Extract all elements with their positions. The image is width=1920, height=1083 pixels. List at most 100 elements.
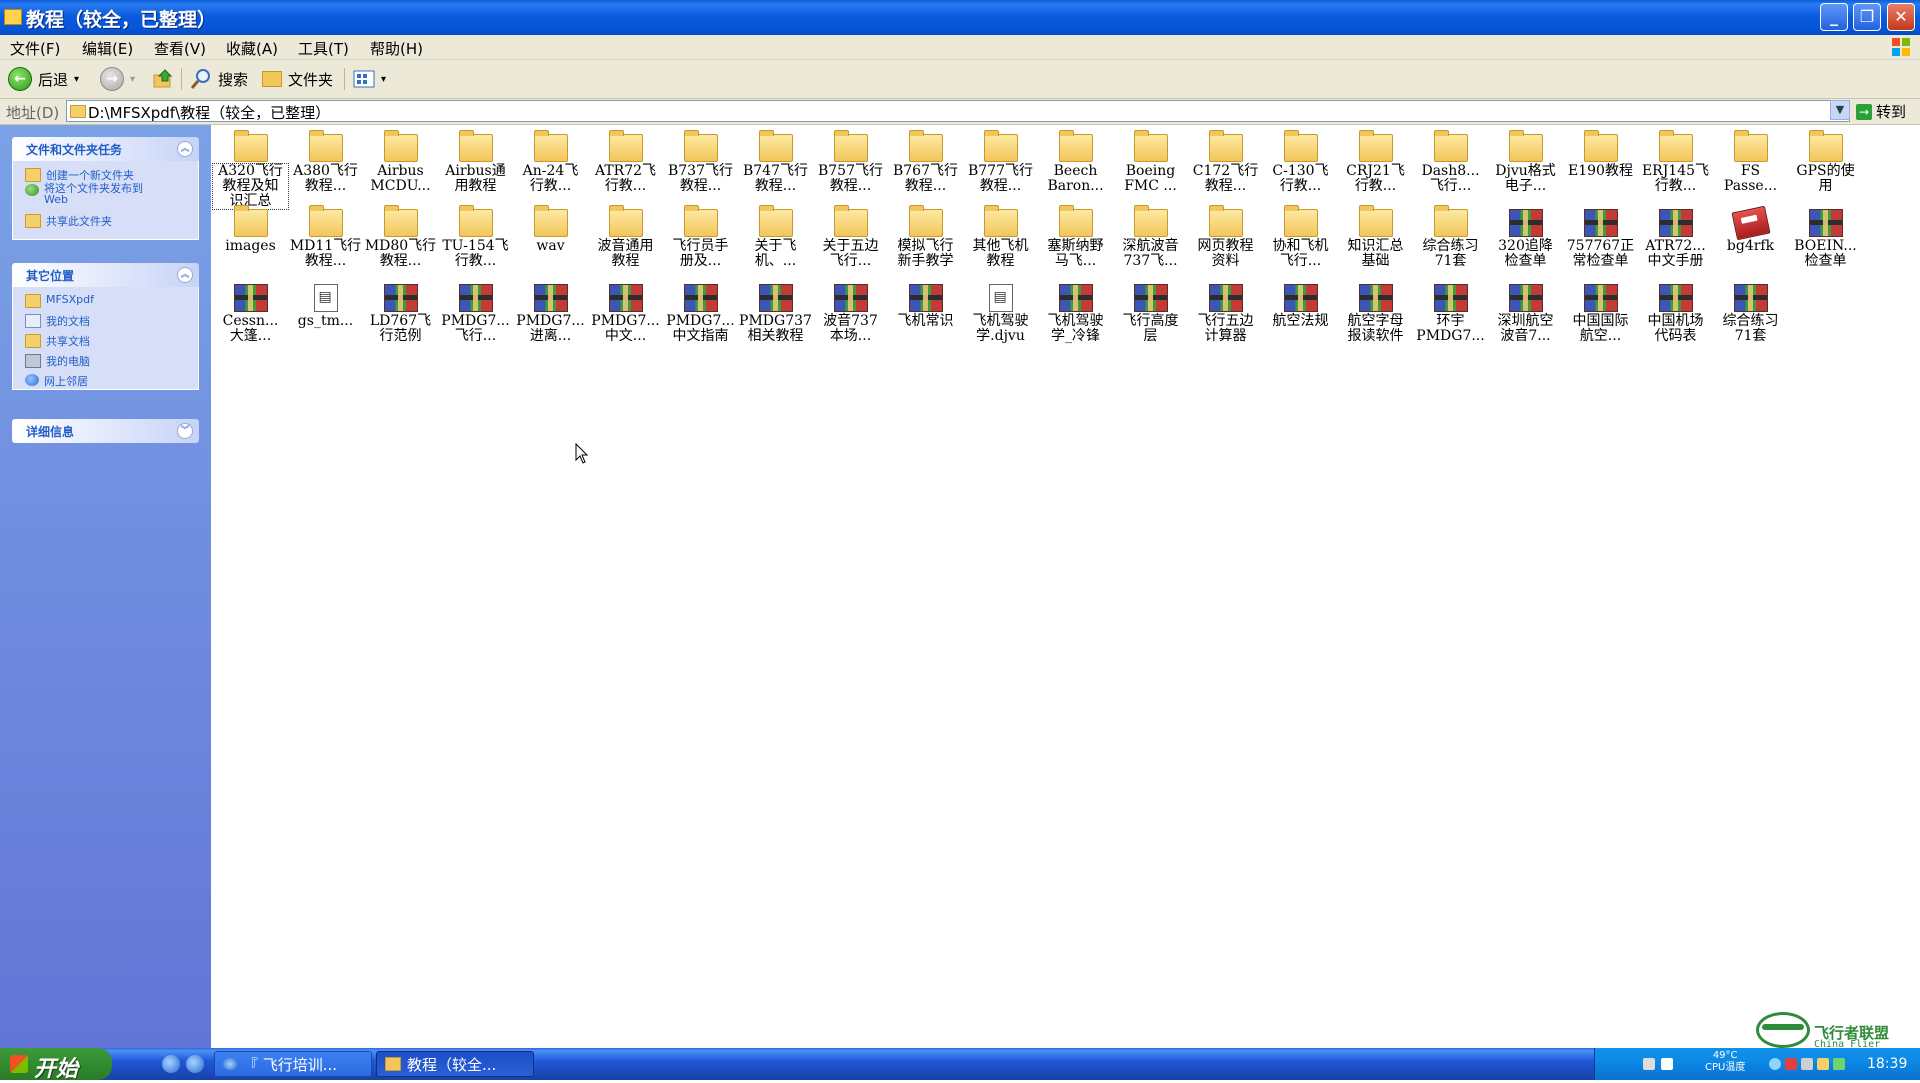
file-item[interactable]: PMDG737 相关教程: [738, 280, 813, 344]
taskbar-item-flight-training[interactable]: 『 飞行培训...: [214, 1051, 372, 1077]
file-item[interactable]: 飞行员手 册及...: [663, 205, 738, 269]
forward-dropdown-icon[interactable]: ▾: [130, 74, 135, 85]
file-item[interactable]: PMDG7... 飞行...: [438, 280, 513, 344]
file-item[interactable]: 航空字母 报读软件: [1338, 280, 1413, 344]
address-dropdown-icon[interactable]: ▼: [1830, 100, 1850, 120]
file-item[interactable]: Dash8... 飞行...: [1413, 130, 1488, 194]
file-item[interactable]: 飞行五边 计算器: [1188, 280, 1263, 344]
place-network[interactable]: 网上邻居: [25, 373, 88, 389]
file-item[interactable]: ATR72... 中文手册: [1638, 205, 1713, 269]
file-item[interactable]: MD11飞行 教程...: [288, 205, 363, 269]
file-item[interactable]: 飞机驾驶 学.djvu: [963, 280, 1038, 344]
title-bar[interactable]: 教程（较全，已整理） _ ❐ ✕: [0, 0, 1920, 35]
search-button[interactable]: 搜索: [190, 65, 248, 93]
place-my-documents[interactable]: 我的文档: [25, 313, 90, 329]
go-button[interactable]: → 转到: [1856, 101, 1906, 122]
file-item[interactable]: C172飞行 教程...: [1188, 130, 1263, 194]
start-button[interactable]: 开始: [0, 1048, 112, 1082]
file-item[interactable]: 综合练习 71套: [1413, 205, 1488, 269]
place-mfsxpdf[interactable]: MFSXpdf: [25, 293, 94, 308]
file-item[interactable]: 飞行高度 层: [1113, 280, 1188, 344]
details-header[interactable]: 详细信息 ︾: [12, 419, 199, 443]
maximize-button[interactable]: ❐: [1853, 3, 1881, 31]
file-item[interactable]: MD80飞行 教程...: [363, 205, 438, 269]
network-icon[interactable]: [1801, 1058, 1813, 1070]
file-tasks-header[interactable]: 文件和文件夹任务 ︽: [12, 137, 199, 161]
file-item[interactable]: 综合练习 71套: [1713, 280, 1788, 344]
file-item[interactable]: B747飞行 教程...: [738, 130, 813, 194]
menu-edit[interactable]: 编辑(E): [82, 38, 133, 59]
file-item[interactable]: FS Passe...: [1713, 130, 1788, 194]
menu-view[interactable]: 查看(V): [154, 38, 206, 59]
other-places-header[interactable]: 其它位置 ︽: [12, 263, 199, 287]
back-button[interactable]: ← 后退 ▾: [8, 65, 79, 93]
file-item[interactable]: 塞斯纳野 马飞...: [1038, 205, 1113, 269]
file-item[interactable]: 关于五边 飞行...: [813, 205, 888, 269]
file-item[interactable]: 深圳航空 波音7...: [1488, 280, 1563, 344]
file-item[interactable]: B757飞行 教程...: [813, 130, 888, 194]
file-item[interactable]: B767飞行 教程...: [888, 130, 963, 194]
file-item[interactable]: gs_tm...: [288, 280, 363, 329]
menu-file[interactable]: 文件(F): [10, 38, 60, 59]
file-item[interactable]: TU-154飞 行教...: [438, 205, 513, 269]
file-item[interactable]: 波音737 本场...: [813, 280, 888, 344]
file-item[interactable]: 航空法规: [1263, 280, 1338, 329]
address-input[interactable]: D:\MFSXpdf\教程（较全，已整理）: [66, 100, 1850, 122]
file-item[interactable]: E190教程: [1563, 130, 1638, 179]
task-publish-web[interactable]: 将这个文件夹发布到 Web: [25, 183, 143, 205]
security-shield-icon[interactable]: [1833, 1058, 1845, 1070]
file-item[interactable]: Airbus通 用教程: [438, 130, 513, 194]
file-item[interactable]: 其他飞机 教程: [963, 205, 1038, 269]
file-item[interactable]: A320飞行 教程及知 识汇总: [212, 130, 289, 210]
file-item[interactable]: Airbus MCDU...: [363, 130, 438, 194]
file-item[interactable]: 飞机常识: [888, 280, 963, 329]
file-item[interactable]: 模拟飞行 新手教学: [888, 205, 963, 269]
file-item[interactable]: 中国机场 代码表: [1638, 280, 1713, 344]
show-hidden-icon[interactable]: [1769, 1058, 1781, 1070]
file-item[interactable]: GPS的使 用: [1788, 130, 1863, 194]
place-shared-documents[interactable]: 共享文档: [25, 333, 90, 349]
file-item[interactable]: ATR72飞 行教...: [588, 130, 663, 194]
file-item[interactable]: Djvu格式 电子...: [1488, 130, 1563, 194]
back-dropdown-icon[interactable]: ▾: [74, 74, 79, 85]
file-item[interactable]: images: [213, 205, 288, 254]
ie-quicklaunch-icon[interactable]: [186, 1055, 204, 1073]
file-item[interactable]: 飞机驾驶 学_冷锋: [1038, 280, 1113, 344]
file-item[interactable]: 深航波音 737飞...: [1113, 205, 1188, 269]
file-item[interactable]: PMDG7... 中文指南: [663, 280, 738, 344]
file-item[interactable]: wav: [513, 205, 588, 254]
clock[interactable]: 18:39: [1867, 1056, 1907, 1072]
file-item[interactable]: Cessn... 大篷...: [213, 280, 288, 344]
taskbar-item-tutorial[interactable]: 教程（较全...: [376, 1051, 534, 1077]
file-item[interactable]: B737飞行 教程...: [663, 130, 738, 194]
file-item[interactable]: An-24飞 行教...: [513, 130, 588, 194]
file-item[interactable]: C-130飞 行教...: [1263, 130, 1338, 194]
file-item[interactable]: 环宇 PMDG7...: [1413, 280, 1488, 344]
file-item[interactable]: LD767飞 行范例: [363, 280, 438, 344]
file-item[interactable]: PMDG7... 进离...: [513, 280, 588, 344]
up-folder-button[interactable]: [152, 65, 174, 93]
file-item[interactable]: PMDG7... 中文...: [588, 280, 663, 344]
place-my-computer[interactable]: 我的电脑: [25, 353, 90, 369]
file-item[interactable]: 关于飞 机、...: [738, 205, 813, 269]
file-item[interactable]: 757767正 常检查单: [1563, 205, 1638, 269]
file-item[interactable]: CRJ21飞 行教...: [1338, 130, 1413, 194]
help-icon[interactable]: [1661, 1058, 1673, 1070]
collapse-icon[interactable]: ︽: [177, 141, 193, 157]
file-item[interactable]: A380飞行 教程...: [288, 130, 363, 194]
forward-button[interactable]: → ▾: [100, 65, 135, 93]
file-item[interactable]: 中国国际 航空...: [1563, 280, 1638, 344]
ie-quicklaunch-icon[interactable]: [162, 1055, 180, 1073]
volume-icon[interactable]: [1817, 1058, 1829, 1070]
views-button[interactable]: ▾: [353, 65, 386, 93]
file-item[interactable]: 协和飞机 飞行...: [1263, 205, 1338, 269]
task-new-folder[interactable]: 创建一个新文件夹: [25, 167, 134, 183]
file-item[interactable]: 知识汇总 基础: [1338, 205, 1413, 269]
file-item[interactable]: ERJ145飞 行教...: [1638, 130, 1713, 194]
file-item[interactable]: Boeing FMC ...: [1113, 130, 1188, 194]
menu-help[interactable]: 帮助(H): [370, 38, 423, 59]
menu-favorites[interactable]: 收藏(A): [226, 38, 278, 59]
keyboard-icon[interactable]: [1643, 1058, 1655, 1070]
file-item[interactable]: BOEIN... 检查单: [1788, 205, 1863, 269]
file-item[interactable]: 320追降 检查单: [1488, 205, 1563, 269]
